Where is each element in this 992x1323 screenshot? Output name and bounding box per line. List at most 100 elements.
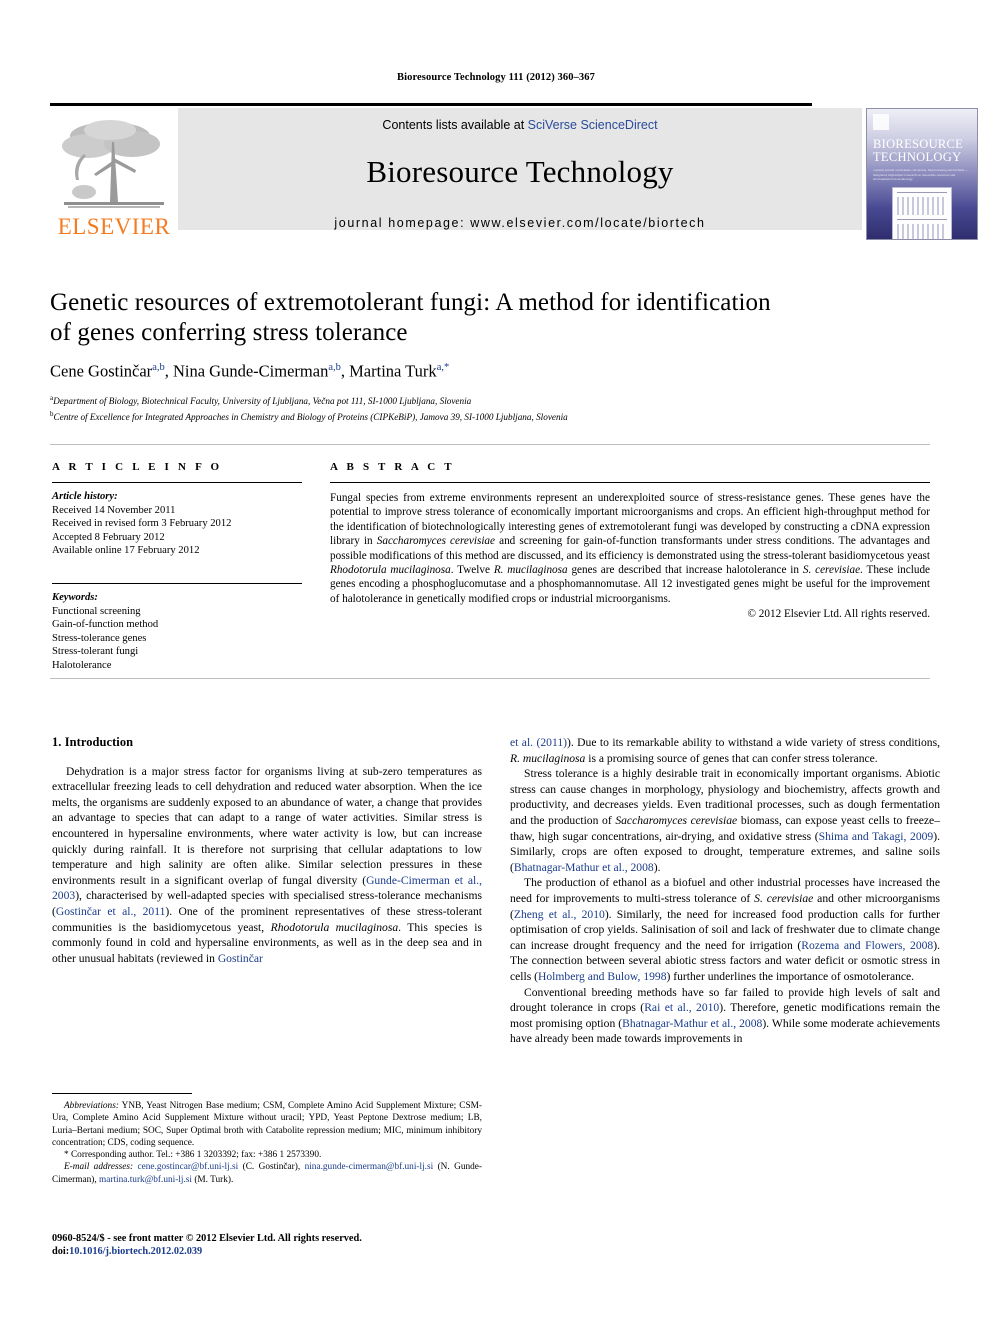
abstract-seg: genes are described that increase haloto… (567, 564, 803, 577)
citation-link[interactable]: Zheng et al., 2010 (514, 908, 605, 921)
info-section-bottom-rule (50, 678, 930, 679)
cover-elsevier-mark (873, 114, 889, 130)
citation-link[interactable]: Gostinčar (218, 952, 263, 965)
author-name[interactable]: Nina Gunde-Cimerman (173, 362, 328, 381)
abstract-divider (330, 482, 930, 483)
email-owner: (C. Gostinčar), (238, 1162, 305, 1173)
title-line-1: Genetic resources of extremotolerant fun… (50, 289, 771, 316)
italic-species: R. mucilaginosa (510, 751, 586, 765)
abbreviations-label: Abbreviations: (64, 1101, 119, 1111)
author-affil-marker: a,* (436, 362, 450, 373)
keywords-label: Keywords: (52, 591, 98, 603)
corresponding-author-note: * Corresponding author. Tel.: +386 1 320… (64, 1150, 322, 1161)
citation-link[interactable]: et al. (2011) (510, 736, 567, 749)
abstract-column: A B S T R A C T Fungal species from extr… (330, 461, 930, 620)
journal-title: Bioresource Technology (366, 154, 674, 189)
sciencedirect-link[interactable]: SciVerse ScienceDirect (528, 118, 658, 132)
page-title: Genetic resources of extremotolerant fun… (50, 288, 910, 348)
doi-line: doi:10.1016/j.biortech.2012.02.039 (52, 1245, 492, 1258)
affiliation-list: aDepartment of Biology, Biotechnical Fac… (50, 392, 930, 423)
author-affil-marker: a,b (328, 362, 341, 373)
keyword-item: Functional screening (52, 605, 141, 617)
text-seg: is a promising source of genes that can … (585, 751, 878, 765)
affiliation-item: aDepartment of Biology, Biotechnical Fac… (50, 392, 930, 408)
citation-link[interactable]: Rai et al., 2010 (644, 1001, 719, 1014)
cover-title-line2: TECHNOLOGY (873, 150, 962, 164)
journal-header-band: ELSEVIER Contents lists available at Sci… (50, 108, 978, 240)
article-info-heading: A R T I C L E I N F O (52, 461, 223, 473)
text-seg: ) further underlines the importance of o… (666, 969, 915, 983)
text-seg: Dehydration is a major stress factor for… (52, 764, 482, 887)
citation-link[interactable]: Holmberg and Bulow, 1998 (538, 970, 667, 983)
email-link[interactable]: nina.gunde-cimerman@bf.uni-lj.si (305, 1162, 434, 1172)
italic-species: Saccharomyces cerevisiae (615, 813, 738, 827)
italic-species: Rhodotorula mucilaginosa (270, 920, 399, 934)
affiliation-item: bCentre of Excellence for Integrated App… (50, 408, 930, 424)
article-history-label: Article history: (52, 491, 118, 502)
abstract-italic-species: Saccharomyces cerevisiae (376, 535, 495, 548)
keyword-item: Halotolerance (52, 659, 112, 671)
abstract-italic-species: R. mucilaginosa (493, 564, 568, 577)
author-name[interactable]: Martina Turk (349, 362, 437, 381)
abstract-seg: . Twelve (450, 564, 494, 577)
citation-link[interactable]: Bhatnagar-Mathur et al., 2008 (514, 861, 654, 874)
affiliation-text: Department of Biology, Biotechnical Facu… (53, 396, 472, 407)
abstract-copyright: © 2012 Elsevier Ltd. All rights reserved… (747, 608, 931, 621)
cover-figure-box (892, 186, 952, 239)
contents-available-line: Contents lists available at SciVerse Sci… (382, 118, 657, 132)
cover-subtitle: a global journal on biomass conversion, … (873, 168, 969, 182)
body-column-left: 1. Introduction Dehydration is a major s… (52, 735, 482, 966)
imprint-block: 0960-8524/$ - see front matter © 2012 El… (52, 1232, 492, 1258)
abbreviations-note: Abbreviations: YNB, Yeast Nitrogen Base … (52, 1100, 482, 1149)
running-head: Bioresource Technology 111 (2012) 360–36… (397, 72, 595, 83)
article-info-column: A R T I C L E I N F O Article history: R… (52, 461, 302, 673)
issn-copyright-line: 0960-8524/$ - see front matter © 2012 El… (52, 1233, 362, 1244)
author-affil-marker: a,b (152, 362, 165, 373)
history-item: Accepted 8 February 2012 (52, 531, 165, 543)
keyword-item: Gain-of-function method (52, 619, 159, 631)
journal-homepage-link[interactable]: journal homepage: www.elsevier.com/locat… (334, 216, 705, 230)
article-history-block: Article history: Received 14 November 20… (52, 490, 302, 558)
keyword-item: Stress-tolerance genes (52, 632, 147, 644)
contents-prefix: Contents lists available at (382, 118, 528, 132)
text-seg: ). Due to its remarkable ability to with… (566, 736, 940, 749)
history-item: Available online 17 February 2012 (52, 545, 200, 557)
abstract-italic-species: S. cerevisiae (802, 564, 861, 577)
italic-species: S. cerevisiae (754, 891, 814, 905)
paragraph: et al. (2011)). Due to its remarkable ab… (510, 735, 940, 766)
history-item: Received 14 November 2011 (52, 504, 176, 516)
email-owner: (M. Turk). (192, 1174, 234, 1185)
journal-cover-image: BIORESOURCE TECHNOLOGY a global journal … (866, 108, 978, 240)
author-list: Cene Gostinčara,b, Nina Gunde-Cimermana,… (50, 361, 450, 381)
doi-label: doi: (52, 1246, 70, 1257)
info-section-top-rule (50, 444, 930, 445)
elsevier-logo: ELSEVIER (50, 108, 178, 238)
citation-link[interactable]: Gostinčar et al., 2011 (56, 905, 166, 918)
elsevier-tree-icon (62, 120, 164, 208)
paragraph: The production of ethanol as a biofuel a… (510, 875, 940, 984)
section-heading-introduction: 1. Introduction (52, 735, 134, 749)
abstract-italic-species: Rhodotorula mucilaginosa (330, 564, 451, 577)
history-item: Received in revised form 3 February 2012 (52, 518, 232, 530)
citation-link[interactable]: Rozema and Flowers, 2008 (801, 939, 933, 952)
paragraph: Stress tolerance is a highly desirable t… (510, 766, 940, 875)
article-page: Bioresource Technology 111 (2012) 360–36… (0, 0, 992, 1323)
citation-link[interactable]: Shima and Takagi, 2009 (819, 830, 934, 843)
citation-link[interactable]: Bhatnagar-Mathur et al., 2008 (622, 1017, 762, 1030)
paragraph: Conventional breeding methods have so fa… (510, 985, 940, 1047)
footnote-block: Abbreviations: YNB, Yeast Nitrogen Base … (52, 1100, 482, 1186)
abstract-text: Fungal species from extreme environments… (330, 491, 930, 606)
abstract-heading: A B S T R A C T (330, 461, 455, 473)
author-name[interactable]: Cene Gostinčar (50, 362, 152, 381)
journal-banner: Contents lists available at SciVerse Sci… (178, 108, 862, 230)
title-line-2: of genes conferring stress tolerance (50, 319, 408, 346)
keywords-divider (52, 582, 302, 584)
keywords-block: Keywords: Functional screening Gain-of-f… (52, 591, 302, 673)
doi-link[interactable]: 10.1016/j.biortech.2012.02.039 (69, 1246, 202, 1257)
email-link[interactable]: cene.gostincar@bf.uni-lj.si (138, 1162, 239, 1172)
email-link[interactable]: martina.turk@bf.uni-lj.si (99, 1175, 192, 1185)
text-seg: ). (653, 860, 661, 874)
body-column-right: et al. (2011)). Due to its remarkable ab… (510, 735, 940, 1047)
article-info-divider (52, 482, 302, 483)
paragraph: Dehydration is a major stress factor for… (52, 764, 482, 967)
